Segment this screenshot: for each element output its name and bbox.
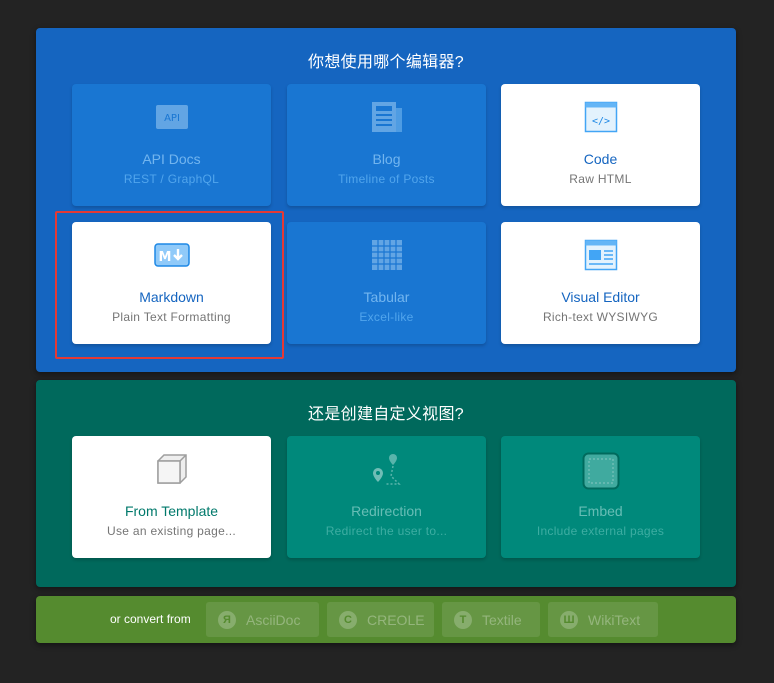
asciidoc-icon: Я [218,610,236,629]
markdown-icon: M [72,238,271,272]
api-icon: API [72,100,271,134]
editor-card-api-docs[interactable]: API API Docs REST / GraphQL [72,84,271,206]
newspaper-icon [287,100,486,134]
card-title: Blog [372,151,401,167]
card-subtitle: Rich-text WYSIWYG [542,310,659,324]
code-window-icon: </> [501,100,700,134]
editor-card-blog[interactable]: Blog Timeline of Posts [287,84,486,206]
chip-label: AsciiDoc [246,611,301,628]
custom-panel-title: 还是创建自定义视图? [308,406,464,423]
card-title: Redirection [351,503,422,519]
convert-wikitext-button[interactable]: Ш WikiText [548,602,658,637]
card-subtitle: Raw HTML [569,172,632,186]
visual-editor-icon [501,238,700,272]
embed-frame-icon [501,452,700,490]
card-title: Embed [578,503,623,519]
card-title: Code [583,151,618,167]
custom-view-panel: 还是创建自定义视图? From Template Use an existing… [36,380,736,587]
chip-label: WikiText [588,611,641,628]
convert-creole-button[interactable]: C CREOLE [327,602,434,637]
editor-panel: 你想使用哪个编辑器? API API Docs REST / GraphQL B… [36,28,736,372]
chip-label: CREOLE [367,611,425,628]
editor-panel-title: 你想使用哪个编辑器? [308,54,464,71]
card-subtitle: Include external pages [536,524,665,538]
convert-from-label: or convert from [110,612,191,626]
card-title: Tabular [363,289,410,305]
card-title: API Docs [142,151,201,167]
editor-card-markdown[interactable]: M Markdown Plain Text Formatting [72,222,271,344]
svg-text:M: M [158,250,171,265]
textile-icon: T [454,610,472,629]
wikitext-icon: Ш [560,610,578,629]
card-title: From Template [124,503,219,519]
convert-from-bar: or convert from Я AsciiDoc C CREOLE T Te… [36,596,736,643]
editor-card-visual-editor[interactable]: Visual Editor Rich-text WYSIWYG [501,222,700,344]
custom-card-redirection[interactable]: Redirection Redirect the user to... [287,436,486,558]
custom-card-from-template[interactable]: From Template Use an existing page... [72,436,271,558]
map-route-icon [287,452,486,486]
convert-asciidoc-button[interactable]: Я AsciiDoc [206,602,319,637]
chip-label: Textile [482,611,522,628]
editor-card-tabular[interactable]: Tabular Excel-like [287,222,486,344]
creole-icon: C [339,610,357,629]
table-grid-icon [287,238,486,272]
card-subtitle: Plain Text Formatting [112,310,231,324]
convert-textile-button[interactable]: T Textile [442,602,540,637]
card-title: Visual Editor [561,289,640,305]
svg-text:API: API [164,113,180,124]
card-title: Markdown [139,289,204,305]
custom-card-embed[interactable]: Embed Include external pages [501,436,700,558]
card-subtitle: Redirect the user to... [325,524,448,538]
svg-text:</>: </> [591,116,609,127]
card-subtitle: Use an existing page... [107,524,236,538]
card-subtitle: Excel-like [359,310,414,324]
card-subtitle: REST / GraphQL [123,172,220,186]
card-subtitle: Timeline of Posts [338,172,435,186]
editor-card-code[interactable]: </> Code Raw HTML [501,84,700,206]
cube-icon [72,452,271,486]
